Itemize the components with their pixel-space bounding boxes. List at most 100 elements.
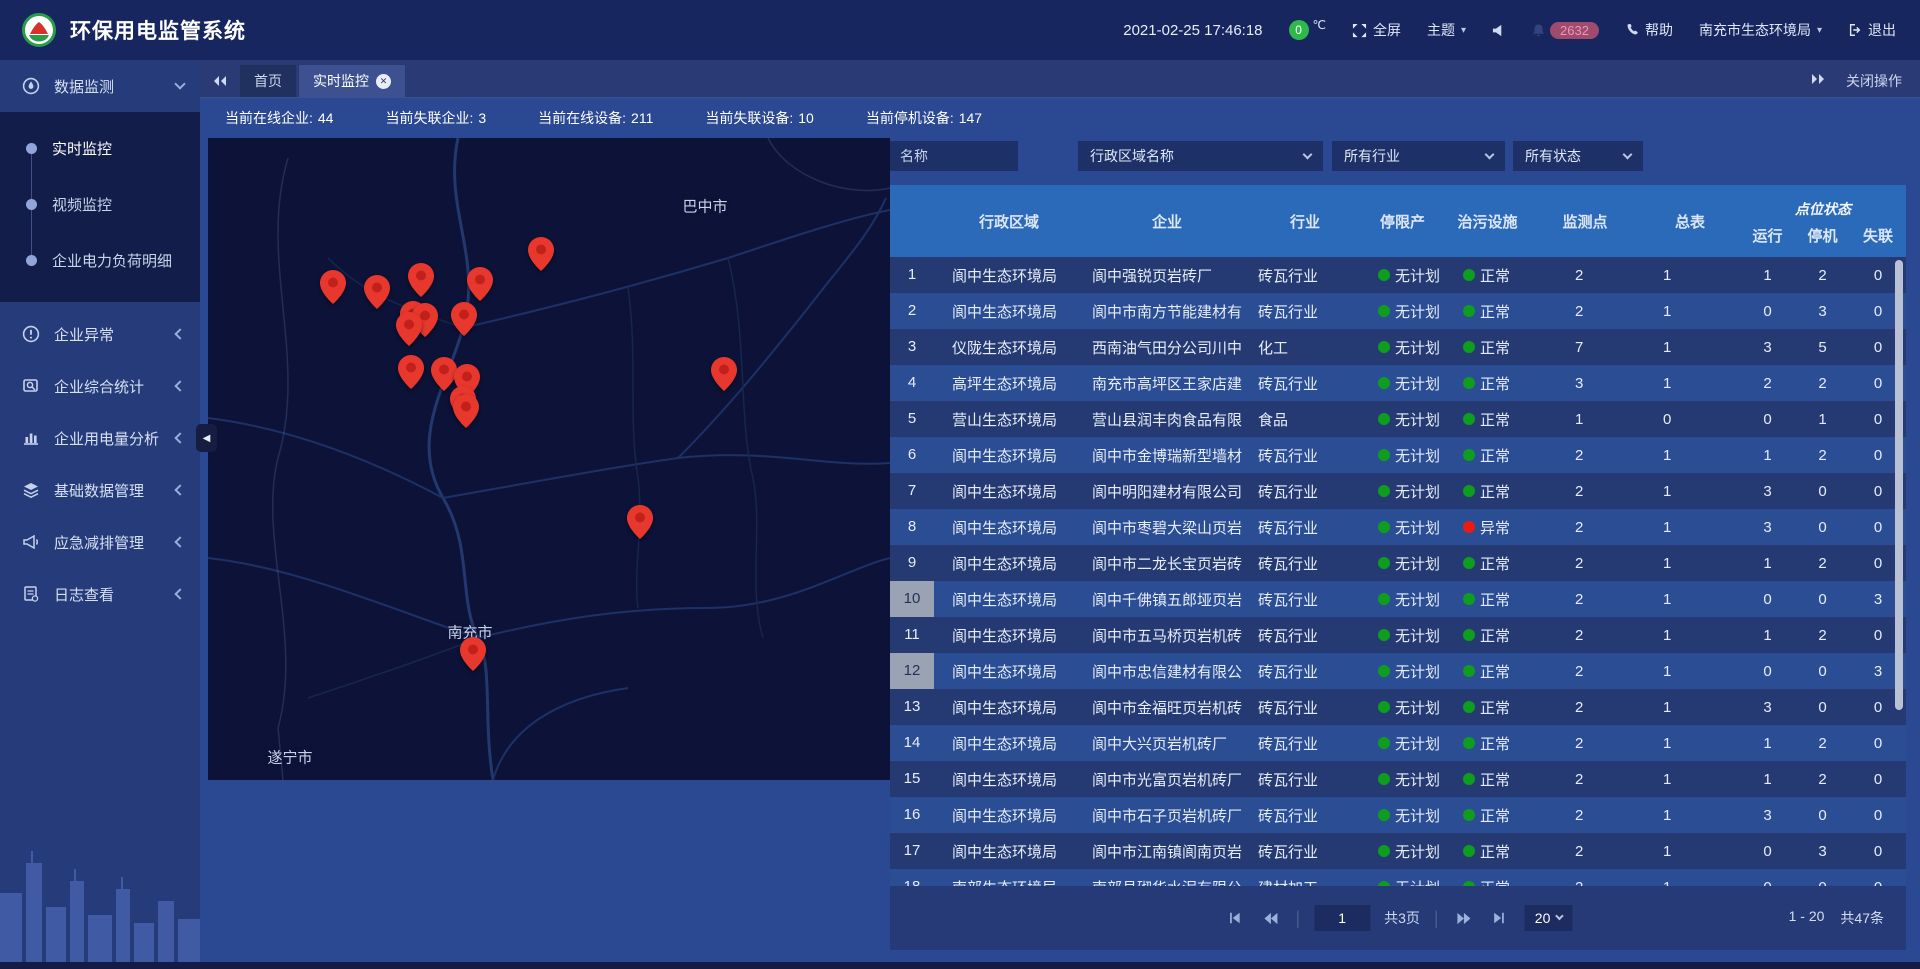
row-index: 17 [890, 833, 934, 869]
last-page-button[interactable] [1489, 907, 1511, 929]
table-row[interactable]: 10 阆中生态环境局 阆中千佛镇五郎垭页岩 砖瓦行业 无计划 正常 2 1 0 … [890, 581, 1906, 617]
map-pin[interactable] [453, 394, 479, 428]
map-pin[interactable] [627, 505, 653, 539]
sidebar-item-realtime-monitor[interactable]: 实时监控 [0, 120, 200, 176]
cell-industry: 食品 [1250, 409, 1360, 430]
first-page-button[interactable] [1223, 907, 1245, 929]
tab-home[interactable]: 首页 [240, 65, 296, 97]
double-chevron-left-icon [1263, 912, 1278, 925]
cell-stop-status: 无计划 [1360, 841, 1445, 862]
map-pin[interactable] [320, 270, 346, 304]
table-row[interactable]: 2 阆中生态环境局 阆中市南方节能建材有 砖瓦行业 无计划 正常 2 1 0 3… [890, 293, 1906, 329]
map-pin[interactable] [451, 302, 477, 336]
fullscreen-button[interactable]: 全屏 [1352, 20, 1401, 40]
region-select[interactable]: 行政区域名称 [1078, 141, 1323, 171]
alarm-counter[interactable]: 2632 [1531, 22, 1599, 39]
table-row[interactable]: 5 营山生态环境局 营山县润丰肉食品有限 食品 无计划 正常 1 0 0 1 0 [890, 401, 1906, 437]
prev-page-button[interactable] [1259, 907, 1281, 929]
cell-run-count: 0 [1740, 591, 1795, 608]
table-row[interactable]: 1 阆中生态环境局 阆中强锐页岩砖厂 砖瓦行业 无计划 正常 2 1 1 2 0 [890, 257, 1906, 293]
cell-stop-status: 无计划 [1360, 697, 1445, 718]
industry-select-value: 所有行业 [1344, 146, 1400, 166]
status-dot-icon [1463, 485, 1475, 497]
table-row[interactable]: 6 阆中生态环境局 阆中市金博瑞新型墙材 砖瓦行业 无计划 正常 2 1 1 2… [890, 437, 1906, 473]
cell-run-count: 1 [1740, 627, 1795, 644]
status-dot-icon [1463, 413, 1475, 425]
chevron-left-icon [174, 380, 185, 391]
map-collapse-handle[interactable]: ◀ [196, 424, 217, 452]
table-row[interactable]: 17 阆中生态环境局 阆中市江南镇阆南页岩 砖瓦行业 无计划 正常 2 1 0 … [890, 833, 1906, 869]
sidebar-item-data-monitor[interactable]: 数据监测 [0, 60, 200, 112]
name-search-input[interactable] [890, 141, 1018, 171]
stat-item: 当前在线设备:211 [538, 108, 653, 128]
status-select[interactable]: 所有状态 [1513, 141, 1643, 171]
sidebar-item-enterprise-abnormal[interactable]: 企业异常 [0, 308, 200, 360]
page-size-select[interactable]: 20 [1525, 905, 1573, 931]
table-row[interactable]: 15 阆中生态环境局 阆中市光富页岩机砖厂 砖瓦行业 无计划 正常 2 1 1 … [890, 761, 1906, 797]
skip-first-icon [1227, 911, 1241, 925]
top-header: 环保用电监管系统 2021-02-25 17:46:18 0 ℃ 全屏 主题 ▾… [0, 0, 1920, 60]
close-icon[interactable]: ✕ [376, 74, 391, 89]
chevron-down-icon [1623, 149, 1633, 159]
cell-run-count: 0 [1740, 879, 1795, 887]
tabs-scroll-left-button[interactable] [200, 65, 240, 97]
tab-realtime-monitor[interactable]: 实时监控 ✕ [299, 65, 405, 97]
industry-select[interactable]: 所有行业 [1332, 141, 1505, 171]
skip-last-icon [1493, 911, 1507, 925]
table-row[interactable]: 14 阆中生态环境局 阆中大兴页岩机砖厂 砖瓦行业 无计划 正常 2 1 1 2… [890, 725, 1906, 761]
table-row[interactable]: 18 南部生态环境局 南部县砌华水泥有限公 建材加工 无计划 正常 2 1 0 … [890, 869, 1906, 886]
table-row[interactable]: 9 阆中生态环境局 阆中市二龙长宝页岩砖 砖瓦行业 无计划 正常 2 1 1 2… [890, 545, 1906, 581]
map-pin[interactable] [711, 357, 737, 391]
cell-lost-count: 0 [1850, 771, 1906, 788]
cell-region: 南部生态环境局 [934, 877, 1084, 887]
close-operations-button[interactable]: 关闭操作 [1846, 71, 1902, 91]
chevron-down-icon [174, 78, 185, 89]
cell-stop-status: 无计划 [1360, 445, 1445, 466]
sidebar-item-log-view[interactable]: 日志查看 [0, 568, 200, 620]
map-pin[interactable] [364, 275, 390, 309]
next-page-button[interactable] [1453, 907, 1475, 929]
table-row[interactable]: 4 高坪生态环境局 南充市高坪区王家店建 砖瓦行业 无计划 正常 3 1 2 2… [890, 365, 1906, 401]
double-chevron-right-icon [1810, 73, 1826, 85]
map-pin[interactable] [460, 637, 486, 671]
row-index: 6 [890, 437, 934, 473]
table-row[interactable]: 3 仪陇生态环境局 西南油气田分公司川中 化工 无计划 正常 7 1 3 5 0 [890, 329, 1906, 365]
gauge-icon [22, 77, 40, 95]
map-panel[interactable]: 巴中市南充市遂宁市 [208, 138, 890, 780]
table-row[interactable]: 12 阆中生态环境局 阆中市忠信建材有限公 砖瓦行业 无计划 正常 2 1 0 … [890, 653, 1906, 689]
cell-facility-status: 异常 [1445, 517, 1530, 538]
theme-dropdown[interactable]: 主题 ▾ [1427, 20, 1466, 40]
caret-down-icon: ▾ [1817, 25, 1822, 36]
map-pin[interactable] [396, 312, 422, 346]
sidebar-item-emergency-reduction[interactable]: 应急减排管理 [0, 516, 200, 568]
table-row[interactable]: 16 阆中生态环境局 阆中市石子页岩机砖厂 砖瓦行业 无计划 正常 2 1 3 … [890, 797, 1906, 833]
sidebar-item-power-usage-analysis[interactable]: 企业用电量分析 [0, 412, 200, 464]
map-pin[interactable] [398, 355, 424, 389]
logout-button[interactable]: 退出 [1848, 20, 1896, 40]
sidebar-item-video-monitor[interactable]: 视频监控 [0, 176, 200, 232]
page-number-input[interactable] [1314, 905, 1370, 931]
sidebar-item-power-load-detail[interactable]: 企业电力负荷明细 [0, 232, 200, 288]
vertical-scrollbar[interactable] [1895, 260, 1903, 710]
status-dot-icon [1463, 809, 1475, 821]
mute-button[interactable] [1492, 24, 1505, 37]
status-dot-icon [1378, 269, 1390, 281]
map-pin[interactable] [528, 237, 554, 271]
help-button[interactable]: 帮助 [1625, 20, 1673, 40]
map-pin[interactable] [467, 267, 493, 301]
cell-stop-status: 无计划 [1360, 589, 1445, 610]
table-row[interactable]: 13 阆中生态环境局 阆中市金福旺页岩机砖 砖瓦行业 无计划 正常 2 1 3 … [890, 689, 1906, 725]
status-dot-icon [1463, 701, 1475, 713]
org-dropdown[interactable]: 南充市生态环境局 ▾ [1699, 20, 1822, 40]
tabs-scroll-right-button[interactable] [1798, 63, 1838, 95]
cell-industry: 砖瓦行业 [1250, 517, 1360, 538]
chevron-left-icon [174, 536, 185, 547]
table-row[interactable]: 11 阆中生态环境局 阆中市五马桥页岩机砖 砖瓦行业 无计划 正常 2 1 1 … [890, 617, 1906, 653]
sidebar-item-base-data-management[interactable]: 基础数据管理 [0, 464, 200, 516]
cell-company: 阆中市金博瑞新型墙材 [1084, 445, 1250, 466]
cell-region: 阆中生态环境局 [934, 805, 1084, 826]
map-pin[interactable] [408, 263, 434, 297]
table-row[interactable]: 8 阆中生态环境局 阆中市枣碧大梁山页岩 砖瓦行业 无计划 异常 2 1 3 0… [890, 509, 1906, 545]
table-row[interactable]: 7 阆中生态环境局 阆中明阳建材有限公司 砖瓦行业 无计划 正常 2 1 3 0… [890, 473, 1906, 509]
sidebar-item-enterprise-statistics[interactable]: 企业综合统计 [0, 360, 200, 412]
